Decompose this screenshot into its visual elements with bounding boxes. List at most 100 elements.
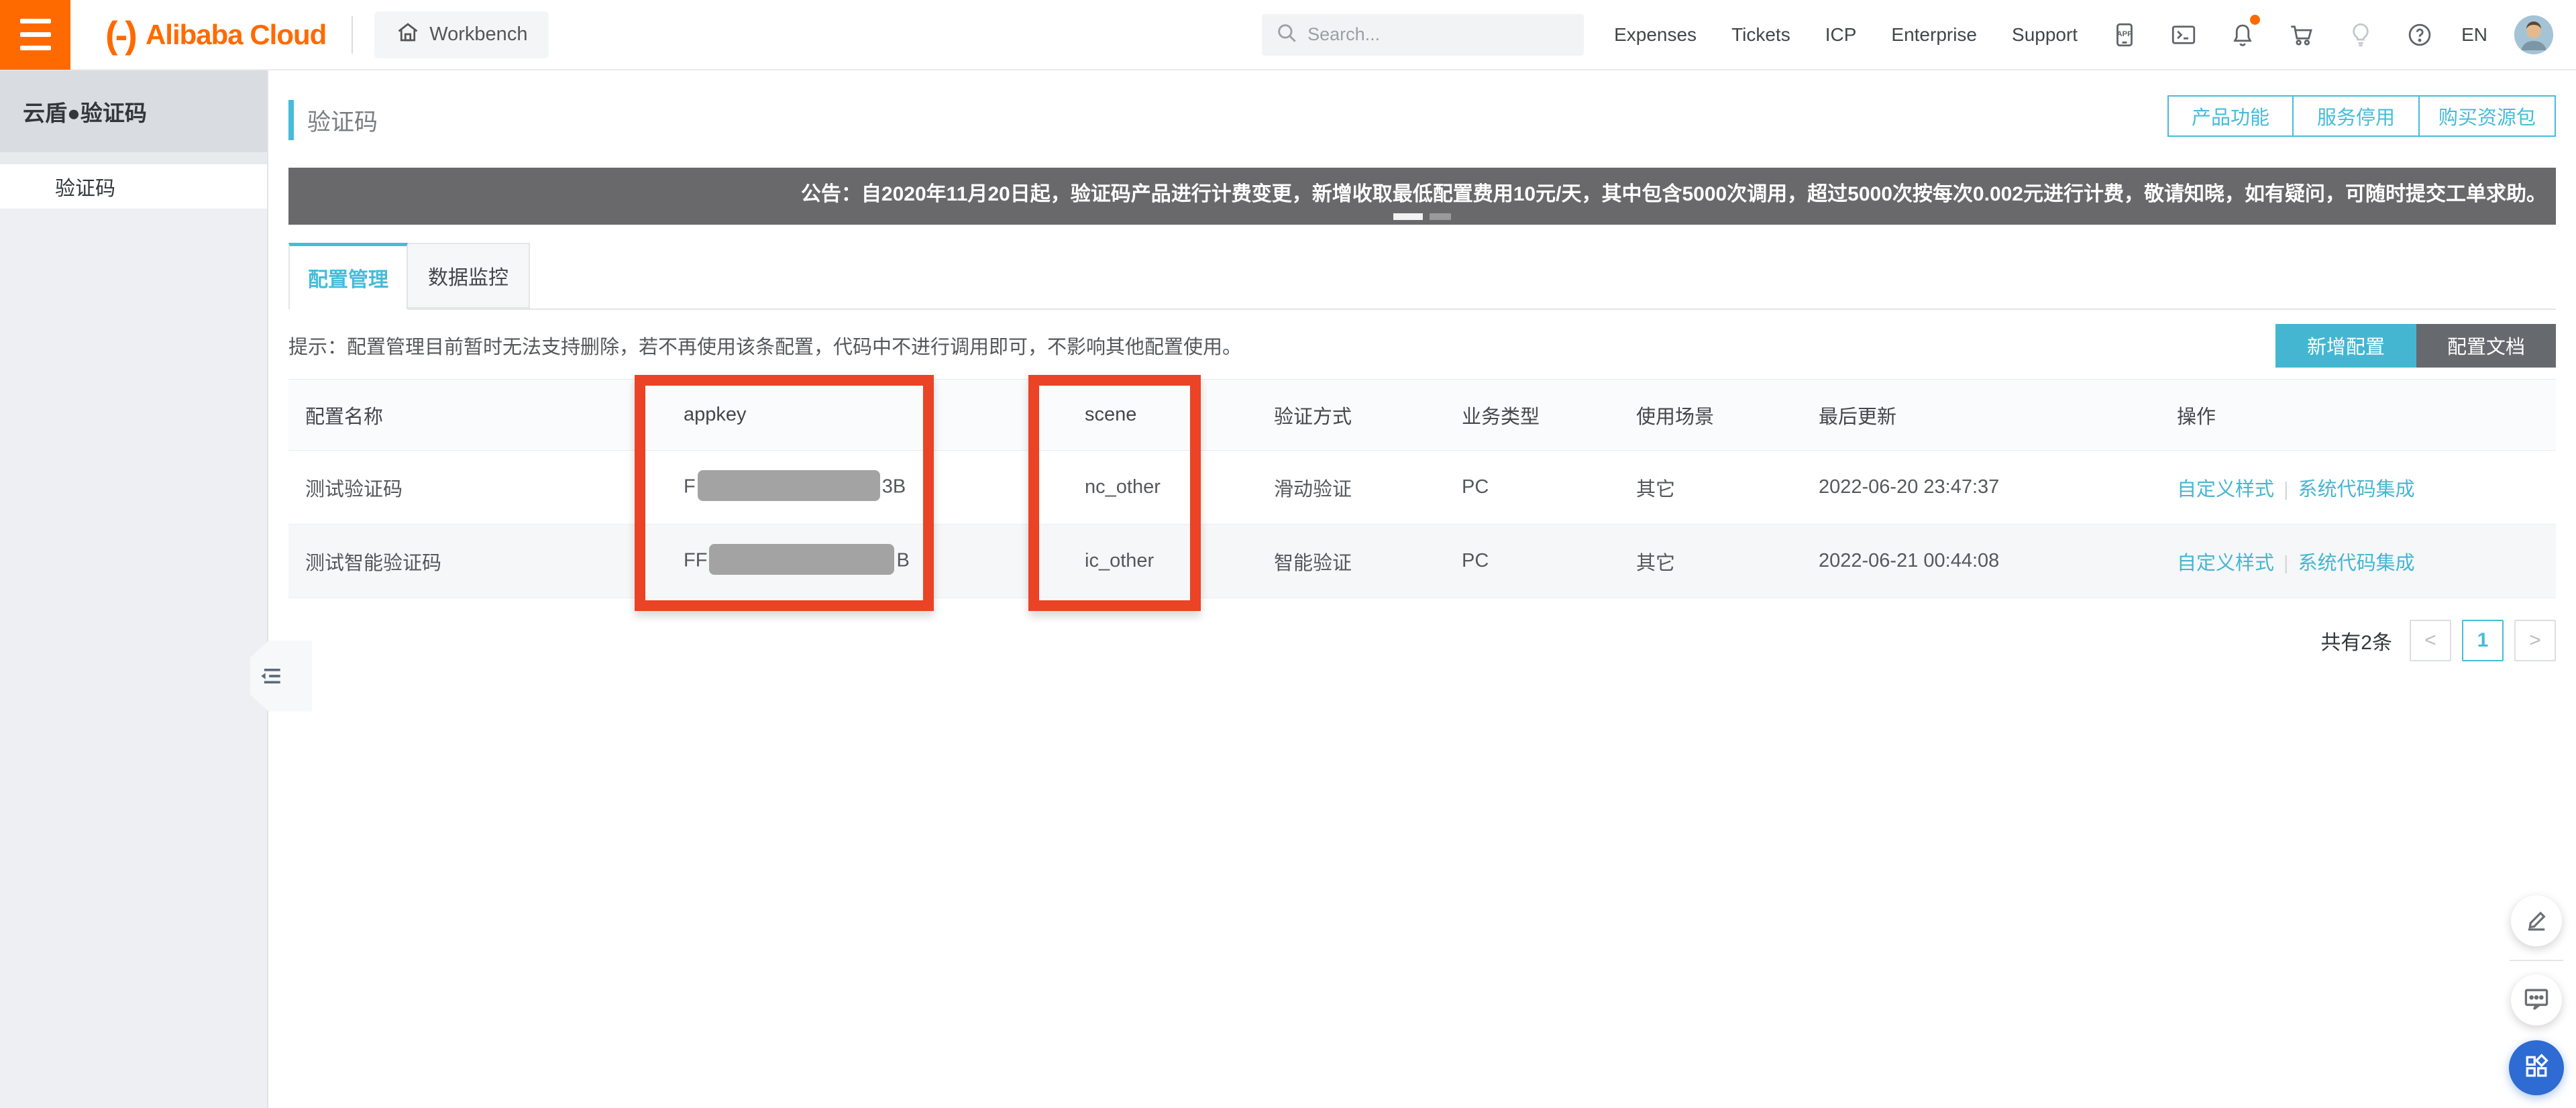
nav-expenses[interactable]: Expenses (1614, 24, 1697, 46)
notifications-bell-icon[interactable] (2228, 14, 2261, 50)
product-features-button[interactable]: 产品功能 (2167, 95, 2294, 137)
col-operations: 操作 (2160, 379, 2556, 451)
alibaba-cloud-logo[interactable]: (-) Alibaba Cloud (105, 13, 327, 56)
search-input[interactable] (1307, 24, 1571, 45)
page-number-button[interactable]: 1 (2462, 620, 2504, 661)
sidebar-collapse-handle[interactable] (250, 641, 312, 712)
buy-resource-pack-button[interactable]: 购买资源包 (2419, 95, 2556, 137)
home-icon (396, 20, 420, 50)
chat-support-button[interactable] (2511, 975, 2562, 1026)
notification-badge-dot (2250, 14, 2261, 25)
prev-page-button[interactable]: < (2410, 620, 2451, 661)
cart-icon[interactable] (2287, 20, 2316, 50)
header-icons: APP (2110, 14, 2434, 50)
cell-operations: 自定义样式 | 系统代码集成 (2160, 450, 2556, 524)
carousel-indicator-active[interactable] (1393, 213, 1423, 220)
page-title: 验证码 (307, 109, 378, 135)
tab-data-monitoring[interactable]: 数据监控 (408, 243, 530, 309)
help-icon[interactable] (2405, 20, 2434, 50)
search-icon (1275, 21, 1298, 48)
total-count-label: 共有2条 (2320, 632, 2392, 654)
cell-biz-type: PC (1445, 524, 1619, 598)
cell-appkey: FF B (667, 524, 1068, 598)
link-separator: | (2284, 478, 2289, 500)
pencil-icon (2522, 905, 2551, 937)
terminal-icon[interactable] (2169, 20, 2198, 50)
chat-bubble-icon (2522, 984, 2551, 1017)
language-switcher[interactable]: EN (2461, 24, 2487, 46)
cell-scene: ic_other (1068, 524, 1257, 598)
grid-diamond-icon (2522, 1052, 2551, 1085)
svg-text:APP: APP (2116, 30, 2133, 38)
tip-row: 提示：配置管理目前暂时无法支持删除，若不再使用该条配置，代码中不进行调用即可，不… (288, 322, 2556, 369)
carousel-indicator[interactable] (1430, 213, 1451, 220)
tip-text: 提示：配置管理目前暂时无法支持删除，若不再使用该条配置，代码中不进行调用即可，不… (288, 337, 1242, 358)
service-suspend-button[interactable]: 服务停用 (2293, 95, 2420, 137)
menu-button[interactable] (0, 0, 70, 70)
main-content: 验证码 产品功能 服务停用 购买资源包 公告：自2020年11月20日起，验证码… (268, 70, 2576, 1108)
cell-config-name: 测试智能验证码 (288, 524, 667, 598)
config-table-wrap: 配置名称 appkey scene 验证方式 业务类型 使用场景 最后更新 操作… (288, 375, 2556, 611)
tab-bar: 配置管理 数据监控 (288, 243, 2556, 310)
col-verify-type: 验证方式 (1257, 379, 1445, 451)
nav-support[interactable]: Support (2012, 24, 2078, 46)
redaction-mask (697, 469, 880, 501)
nav-enterprise[interactable]: Enterprise (1891, 24, 1977, 46)
config-docs-button[interactable]: 配置文档 (2416, 323, 2556, 368)
cell-biz-type: PC (1445, 450, 1619, 524)
user-avatar[interactable] (2514, 15, 2553, 54)
custom-style-link[interactable]: 自定义样式 (2177, 479, 2274, 500)
nav-icp[interactable]: ICP (1825, 24, 1857, 46)
col-biz-type: 业务类型 (1445, 379, 1619, 451)
title-accent-bar (288, 100, 294, 140)
link-separator: | (2284, 552, 2289, 574)
table-row: 测试智能验证码 FF B ic_other 智能验证 PC 其它 2022-06-… (288, 524, 2556, 598)
mobile-app-icon[interactable]: APP (2110, 20, 2139, 50)
workbench-label: Workbench (429, 23, 528, 45)
top-bar: (-) Alibaba Cloud Workbench Expenses Tic… (0, 0, 2576, 70)
add-config-button[interactable]: 新增配置 (2275, 323, 2416, 368)
tab-config-management[interactable]: 配置管理 (288, 243, 408, 310)
pagination: 共有2条 < 1 > (288, 620, 2556, 661)
app-grid-button[interactable] (2509, 1040, 2564, 1095)
cell-verify-type: 滑动验证 (1257, 450, 1445, 524)
nav-tickets[interactable]: Tickets (1731, 24, 1790, 46)
cell-updated: 2022-06-21 00:44:08 (1802, 524, 2160, 598)
system-code-link[interactable]: 系统代码集成 (2298, 479, 2415, 500)
table-action-buttons: 新增配置 配置文档 (2275, 323, 2556, 368)
col-usage-scene: 使用场景 (1619, 379, 1802, 451)
top-nav: Expenses Tickets ICP Enterprise Support (1614, 24, 2078, 46)
col-scene: scene (1068, 379, 1257, 451)
sidebar-item-captcha[interactable]: 验证码 (0, 164, 267, 209)
custom-style-link[interactable]: 自定义样式 (2177, 553, 2274, 574)
col-appkey: appkey (667, 379, 1068, 451)
search-box[interactable] (1262, 13, 1585, 56)
alibaba-logo-icon: (-) (105, 13, 138, 56)
cell-usage: 其它 (1619, 450, 1802, 524)
table-header-row: 配置名称 appkey scene 验证方式 业务类型 使用场景 最后更新 操作 (288, 379, 2556, 451)
announcement-indicators (1393, 213, 1451, 220)
col-config-name: 配置名称 (288, 379, 667, 451)
page-header-buttons: 产品功能 服务停用 购买资源包 (2167, 95, 2556, 137)
workbench-button[interactable]: Workbench (374, 11, 549, 58)
divider (352, 15, 354, 54)
sidebar-title: 云盾●验证码 (0, 70, 267, 152)
float-divider (2510, 960, 2563, 961)
announcement-banner: 公告：自2020年11月20日起，验证码产品进行计费变更，新增收取最低配置费用1… (288, 168, 2556, 225)
cell-usage: 其它 (1619, 524, 1802, 598)
cell-operations: 自定义样式 | 系统代码集成 (2160, 524, 2556, 598)
announcement-text: 公告：自2020年11月20日起，验证码产品进行计费变更，新增收取最低配置费用1… (800, 183, 2546, 205)
app-root: (-) Alibaba Cloud Workbench Expenses Tic… (0, 0, 2576, 1108)
next-page-button[interactable]: > (2514, 620, 2556, 661)
floating-toolbar (2509, 895, 2564, 1095)
feedback-pencil-button[interactable] (2511, 895, 2562, 946)
logo-text: Alibaba Cloud (145, 18, 327, 50)
system-code-link[interactable]: 系统代码集成 (2298, 553, 2415, 574)
lightbulb-icon[interactable] (2346, 20, 2375, 50)
config-table: 配置名称 appkey scene 验证方式 业务类型 使用场景 最后更新 操作… (288, 379, 2556, 598)
sidebar: 云盾●验证码 验证码 (0, 70, 268, 1108)
page-header: 验证码 产品功能 服务停用 购买资源包 (268, 70, 2576, 168)
cell-config-name: 测试验证码 (288, 450, 667, 524)
redaction-mask (709, 543, 895, 575)
cell-verify-type: 智能验证 (1257, 524, 1445, 598)
